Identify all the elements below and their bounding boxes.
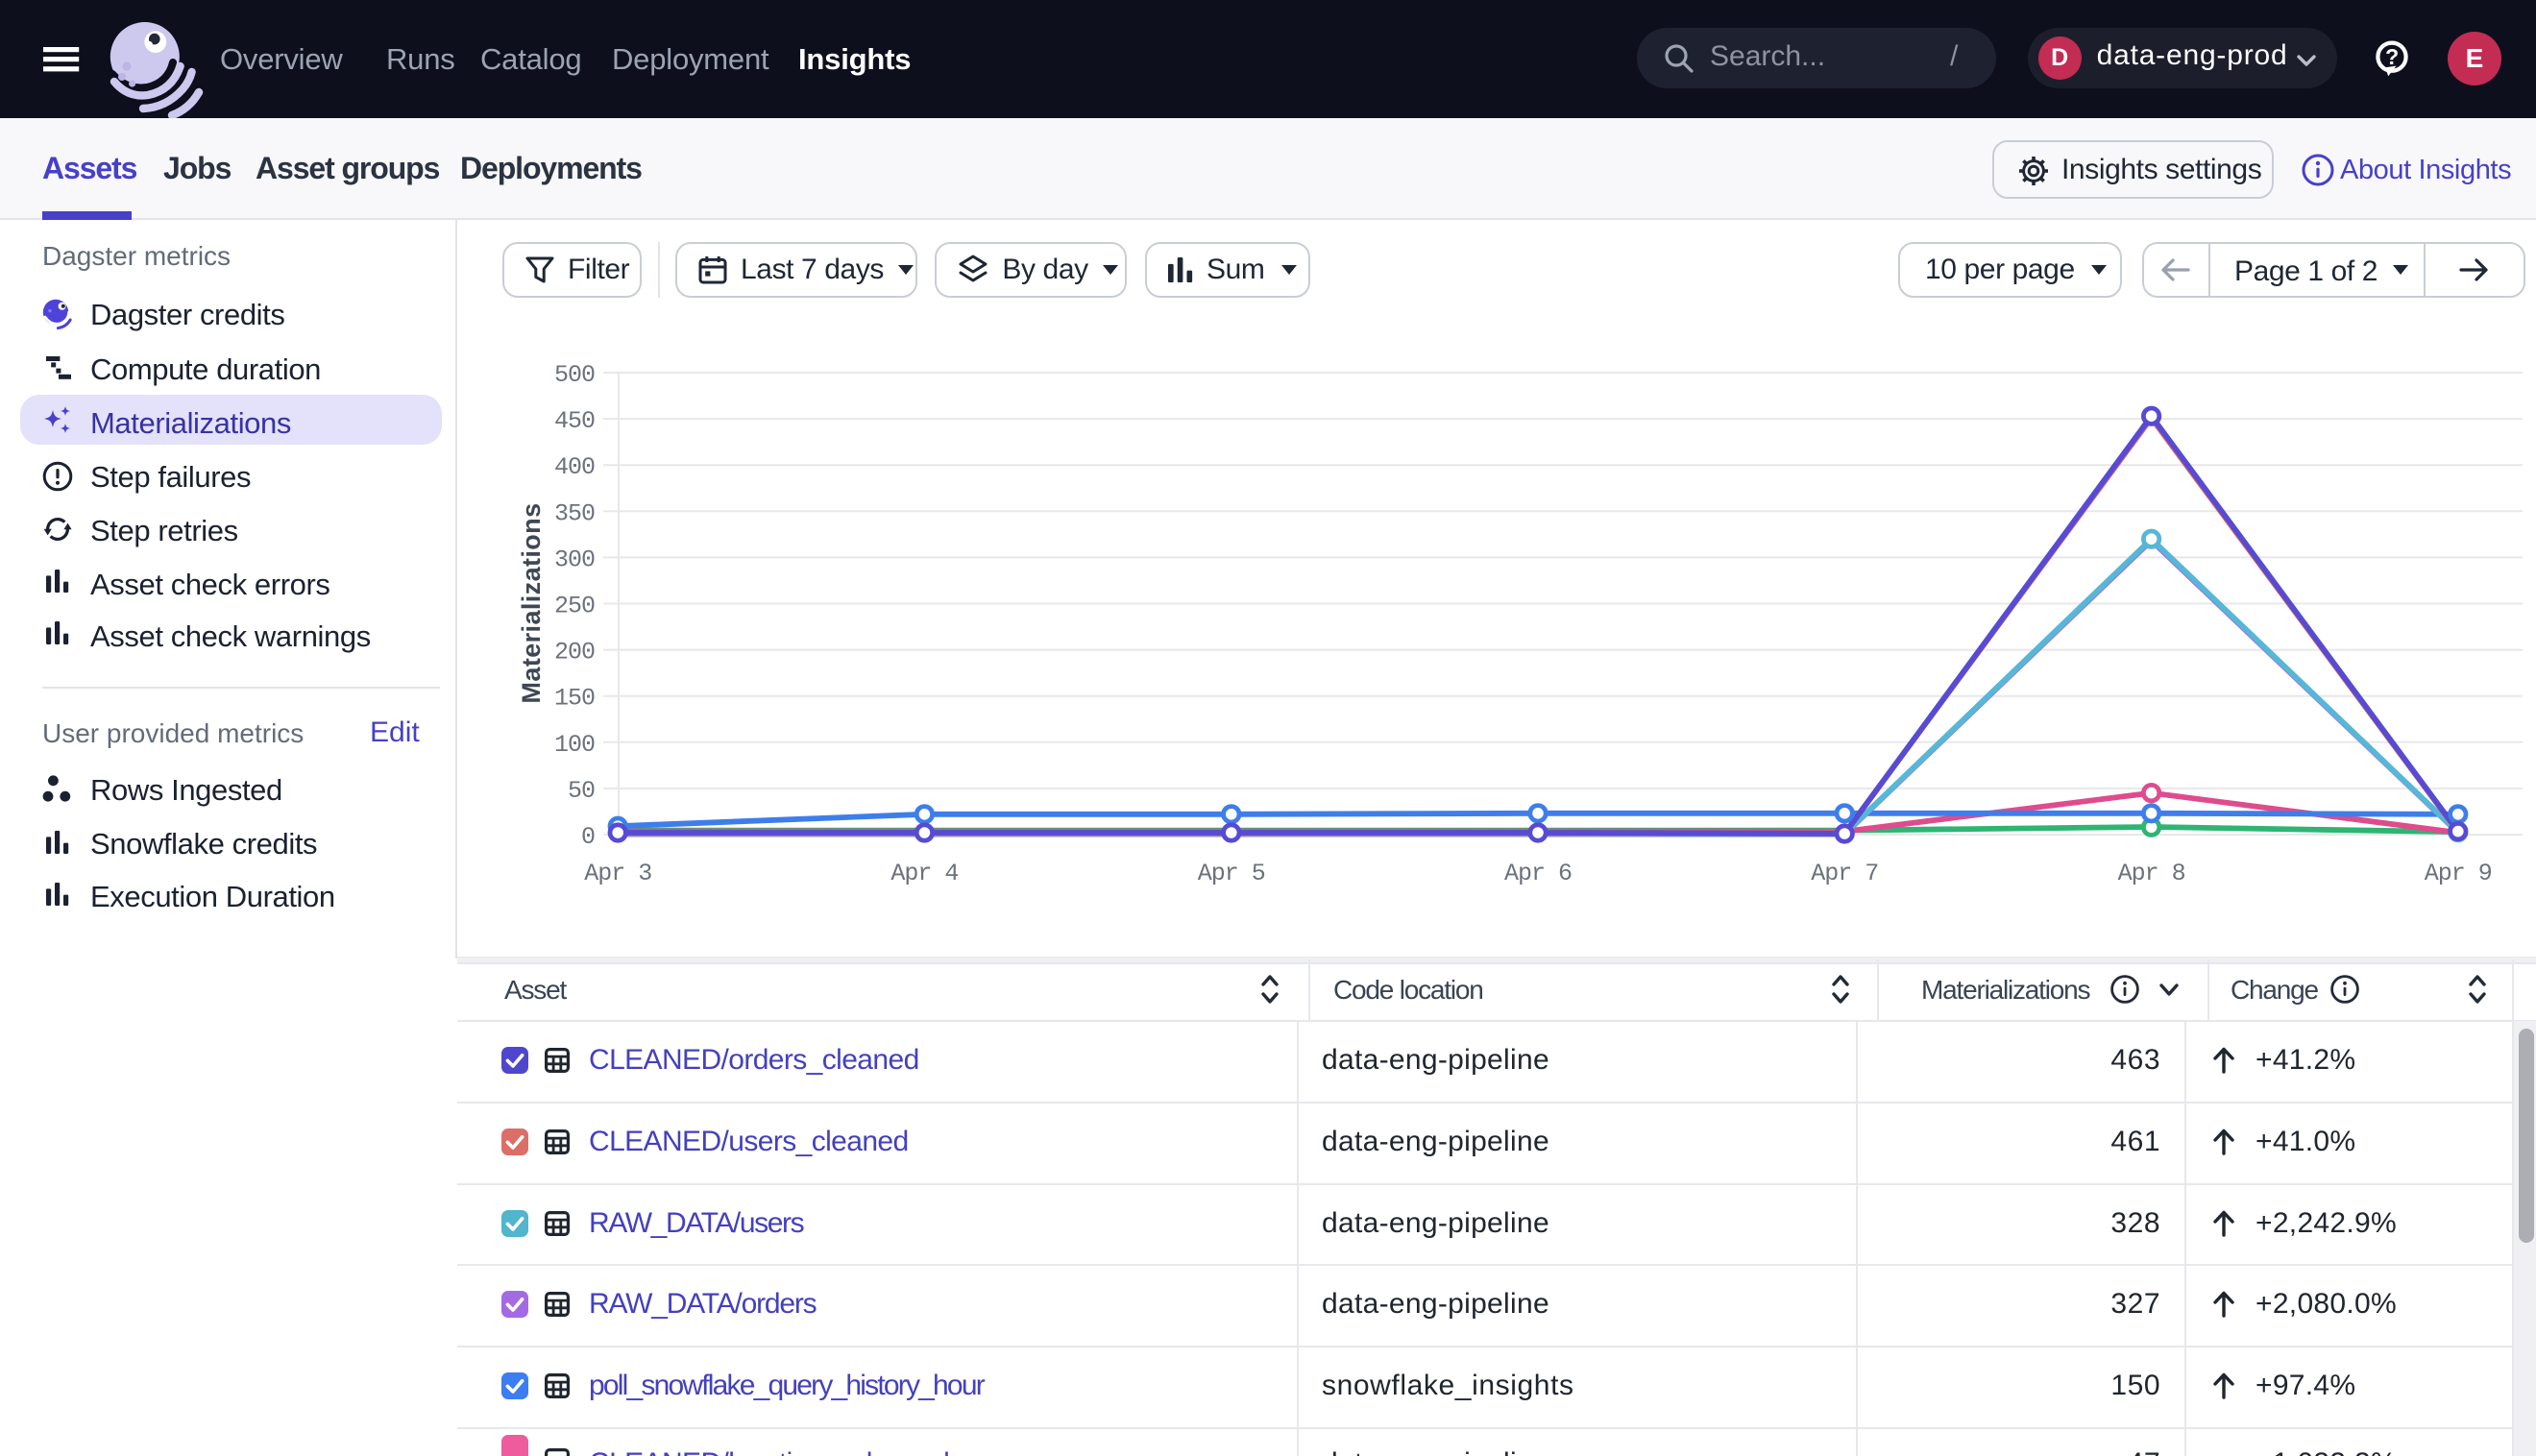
svg-text:Apr 6: Apr 6 xyxy=(1504,860,1572,887)
svg-text:Apr 7: Apr 7 xyxy=(1811,860,1878,887)
svg-text:?: ? xyxy=(2385,44,2399,69)
svg-text:500: 500 xyxy=(554,361,595,389)
svg-text:450: 450 xyxy=(554,407,595,435)
svg-text:150: 150 xyxy=(554,685,595,713)
svg-text:100: 100 xyxy=(554,731,595,759)
svg-text:Apr 5: Apr 5 xyxy=(1198,860,1265,887)
svg-text:400: 400 xyxy=(554,453,595,481)
svg-text:Apr 4: Apr 4 xyxy=(890,860,958,887)
svg-text:Materializations: Materializations xyxy=(517,503,546,704)
svg-text:Apr 9: Apr 9 xyxy=(2425,860,2492,887)
svg-text:Apr 8: Apr 8 xyxy=(2118,860,2185,887)
svg-text:50: 50 xyxy=(568,777,595,805)
svg-text:0: 0 xyxy=(581,823,595,851)
svg-text:Apr 3: Apr 3 xyxy=(584,860,651,887)
svg-text:350: 350 xyxy=(554,499,595,527)
svg-text:300: 300 xyxy=(554,546,595,573)
svg-text:250: 250 xyxy=(554,593,595,620)
svg-text:200: 200 xyxy=(554,639,595,667)
